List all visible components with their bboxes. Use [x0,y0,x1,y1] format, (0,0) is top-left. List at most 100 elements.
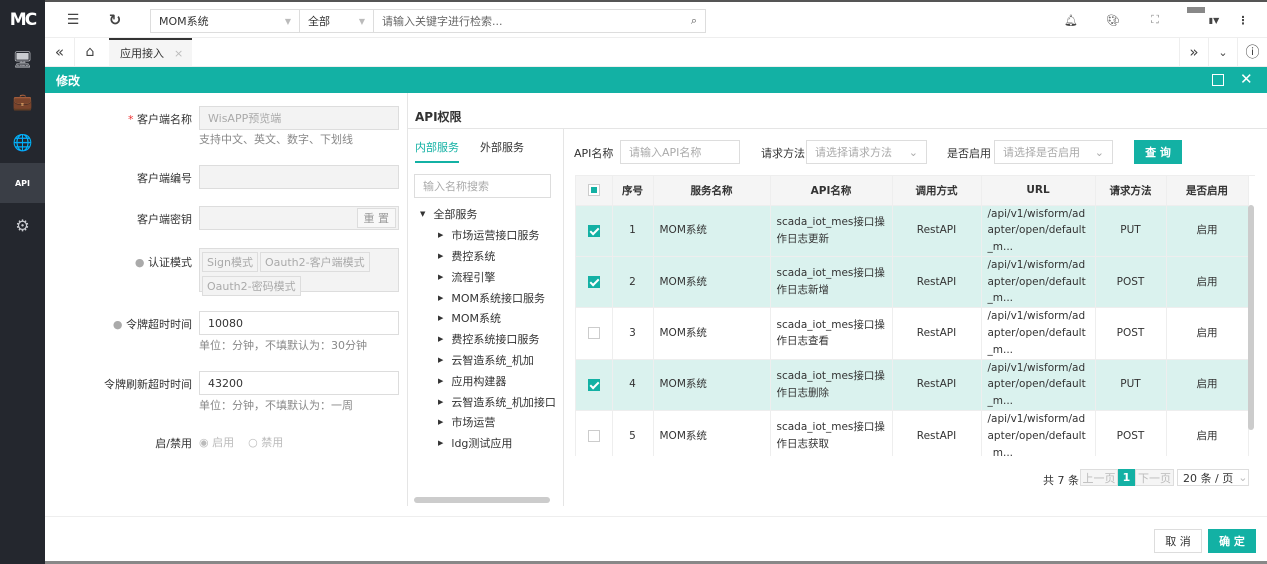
tree-item[interactable]: ▶ 市场运营 [420,412,555,433]
row-checkbox[interactable] [576,359,613,412]
table-row[interactable]: 2 MOM系统 scada_iot_mes接口操作日志新增 RestAPI/api/v… [576,256,1249,309]
fullscreen-icon[interactable]: ⛶ [1145,10,1165,30]
row-checkbox[interactable] [576,410,613,456]
enabled-placeholder: 请选择是否启用 [1003,146,1080,159]
tree-item[interactable]: ▶ 云智造系统_机加接口 [420,391,556,412]
query-button[interactable]: 查 询 [1134,140,1182,164]
page-size-select[interactable]: 20 条 / 页 ⌄ [1177,469,1249,486]
help-icon[interactable]: ⓘ [1237,38,1267,66]
prev-page-button[interactable]: 上一页 [1080,469,1118,486]
api-name-input[interactable]: 请输入API名称 [620,140,740,164]
search-icon[interactable]: ⌕ [691,14,697,28]
tree-item[interactable]: ▶ 流程引擎 [420,266,555,287]
palette-icon[interactable]: 🎨︎ [1103,10,1123,30]
cell-no: 2 [612,256,654,309]
tree-item[interactable]: ▶ 费控系统 [420,246,555,267]
dialog-title: 修改 [56,74,81,88]
refresh-icon[interactable]: ↻ [105,8,125,32]
table-row[interactable]: 3 MOM系统 scada_iot_mes接口操作日志查看 RestAPI/api/v… [576,307,1249,360]
tab-bar: « ⌂ 应用接入 × » ⌄ ⓘ [45,38,1267,67]
table-row[interactable]: 4 MOM系统 scada_iot_mes接口操作日志删除 RestAPI/api/v… [576,359,1249,412]
row-checkbox[interactable] [576,307,613,360]
tree-search-placeholder: 输入名称搜索 [423,180,489,193]
tree-item[interactable]: ▶ 市场运营接口服务 [420,225,555,246]
tree-item[interactable]: ▶ ldg测试应用 [420,433,555,454]
table-row[interactable]: 5 MOM系统 scada_iot_mes接口操作日志获取 RestAPI/api/v… [576,410,1249,456]
api-icon[interactable]: API [0,163,45,203]
enable-label: 启/禁用 [155,437,192,450]
home-icon[interactable]: ⌂ [75,38,105,66]
tree-item[interactable]: ▶ 费控系统接口服务 [420,329,555,350]
tree-item[interactable]: ▶ MOM系统 [420,308,555,329]
tree-item-label: MOM系统接口服务 [451,291,546,305]
chevron-down-icon[interactable]: ⌄ [1208,38,1237,66]
cell-call: RestAPI [892,359,982,412]
cell-enabled: 启用 [1166,359,1249,412]
search-placeholder: 请输入关键字进行检索... [382,15,503,28]
scroll-right-icon[interactable]: » [1179,38,1208,66]
tree-horizontal-scrollbar[interactable] [414,497,550,503]
menu-toggle-icon[interactable]: ☰ [63,8,83,32]
cell-method: PUT [1095,205,1167,257]
tree-item[interactable]: ▶ MOM系统接口服务 [420,287,555,308]
cancel-button[interactable]: 取 消 [1154,529,1202,553]
tree-root[interactable]: ▼ 全部服务 [420,204,555,225]
refresh-timeout-input[interactable]: 43200 [199,371,399,395]
enabled-select[interactable]: 请选择是否启用 ⌄ [994,140,1113,164]
close-icon[interactable]: ✕ [1240,70,1253,88]
scope-select[interactable]: 全部 ▼ [299,9,374,33]
tab-app-access[interactable]: 应用接入 × [109,38,192,66]
client-form: * 客户端名称 WisAPP预览端 支持中文、英文、数字、下划线 客户端编号 客… [45,93,407,516]
client-name-input[interactable]: WisAPP预览端 [199,106,399,130]
monitor-icon[interactable]: 🖥 [0,39,45,79]
tree-item[interactable]: ▶ 云智造系统_机加 [420,350,555,371]
client-secret-input[interactable]: 重 置 [199,206,399,230]
user-dropdown-icon[interactable]: ▮▼ [1203,12,1225,28]
enable-radio[interactable]: ◉ 启用 [199,434,234,450]
chevron-down-icon: ⌄ [1238,471,1248,484]
auth-mode-select[interactable]: Sign模式 Oauth2-客户端模式 Oauth2-密码模式 [199,248,399,296]
row-checkbox[interactable] [576,205,613,257]
method-select[interactable]: 请选择请求方法 ⌄ [806,140,927,164]
tree-search-input[interactable]: 输入名称搜索 [414,174,551,198]
maximize-icon[interactable] [1212,74,1224,86]
briefcase-icon[interactable]: 💼 [0,81,45,121]
column-header: 序号 [612,176,654,206]
token-timeout-input[interactable]: 10080 [199,311,399,335]
sidebar: MC 🖥 💼 🌐 API ⚙ [0,0,45,564]
search-input[interactable]: 请输入关键字进行检索... ⌕ [373,9,706,33]
system-select-value: MOM系统 [159,15,209,28]
tab-internal-services[interactable]: 内部服务 [415,139,459,163]
close-icon[interactable]: × [174,47,183,60]
client-id-input[interactable] [199,165,399,189]
cell-service: MOM系统 [653,307,771,360]
cell-api: scada_iot_mes接口操作日志更新 [770,205,893,257]
select-all-checkbox[interactable] [576,176,613,206]
tree-item[interactable]: ▶ 应用构建器 [420,370,555,391]
caret-down-icon: ▼ [358,16,365,26]
next-page-button[interactable]: 下一页 [1135,469,1174,486]
column-header: 是否启用 [1166,176,1249,206]
bell-icon[interactable]: 🔔︎ [1063,10,1079,30]
more-vertical-icon[interactable]: ⋮ [1237,10,1249,30]
column-header: API名称 [770,176,893,206]
chevron-down-icon: ⌄ [1094,145,1104,159]
table-row[interactable]: 1 MOM系统 scada_iot_mes接口操作日志更新 RestAPI/api/v… [576,205,1249,257]
tree-item-label: 云智造系统_机加 [451,353,534,367]
disable-radio[interactable]: ○ 禁用 [248,434,283,450]
globe-icon[interactable]: 🌐 [0,122,45,162]
confirm-button[interactable]: 确 定 [1208,529,1256,553]
row-checkbox[interactable] [576,256,613,309]
scroll-left-icon[interactable]: « [45,38,75,66]
refresh-timeout-hint: 单位：分钟，不填默认为：一周 [199,399,353,412]
client-secret-label: 客户端密钥 [137,213,192,226]
cell-api: scada_iot_mes接口操作日志新增 [770,256,893,309]
page-1-button[interactable]: 1 [1118,469,1135,486]
system-select[interactable]: MOM系统 ▼ [150,9,300,33]
gear-icon[interactable]: ⚙ [0,205,45,245]
reset-button[interactable]: 重 置 [356,208,396,228]
auth-mode-tag: Oauth2-密码模式 [202,276,301,296]
table-vertical-scrollbar[interactable] [1248,205,1254,430]
tab-external-services[interactable]: 外部服务 [480,139,524,155]
page-size-value: 20 条 / 页 [1183,471,1234,485]
